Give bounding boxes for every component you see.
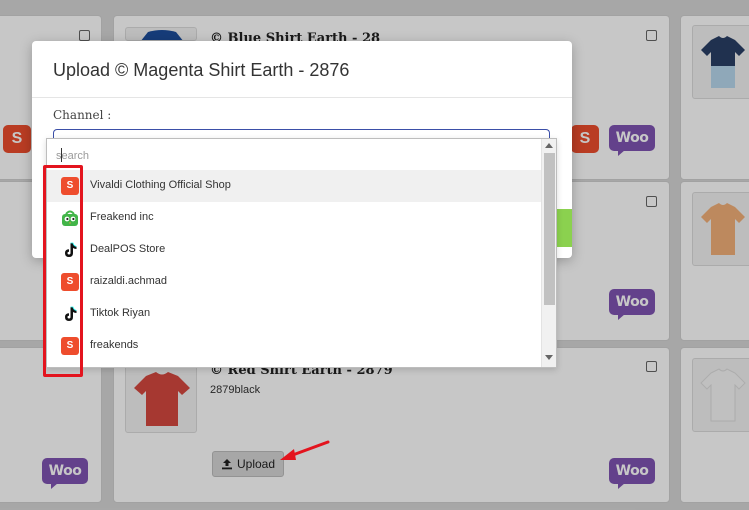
channel-option[interactable]: Tiktok Riyan: [47, 298, 541, 330]
channel-option[interactable]: S freakends: [47, 330, 541, 362]
channel-option-label: raizaldi.achmad: [90, 275, 168, 287]
scroll-down-arrow-icon[interactable]: [545, 355, 553, 360]
channel-label: Channel :: [53, 108, 112, 122]
channel-option[interactable]: S Vivaldi Clothing Official Shop: [47, 170, 541, 202]
channel-option-label: Tiktok Riyan: [90, 307, 151, 319]
channel-dropdown: S Vivaldi Clothing Official Shop Freaken…: [46, 138, 557, 368]
text-caret: [61, 148, 62, 162]
dropdown-scrollbar[interactable]: [541, 139, 556, 367]
channel-option-label: Freakend inc: [90, 211, 154, 223]
channel-option[interactable]: DealPOS Store: [47, 234, 541, 266]
channel-search-input[interactable]: [56, 144, 544, 168]
annotation-arrow-icon: [280, 440, 330, 460]
channel-option[interactable]: S raizaldi.achmad: [47, 266, 541, 298]
scroll-up-arrow-icon[interactable]: [545, 143, 553, 148]
scrollbar-thumb[interactable]: [544, 153, 555, 305]
annotation-highlight-box: [43, 165, 83, 377]
channel-option-label: freakends: [90, 339, 139, 351]
modal-header: Upload © Magenta Shirt Earth - 2876: [32, 41, 572, 98]
modal-title: Upload © Magenta Shirt Earth - 2876: [53, 60, 350, 80]
channel-option-label: DealPOS Store: [90, 243, 166, 255]
channel-option[interactable]: Freakend inc: [47, 202, 541, 234]
channel-option-label: Vivaldi Clothing Official Shop: [90, 179, 231, 191]
